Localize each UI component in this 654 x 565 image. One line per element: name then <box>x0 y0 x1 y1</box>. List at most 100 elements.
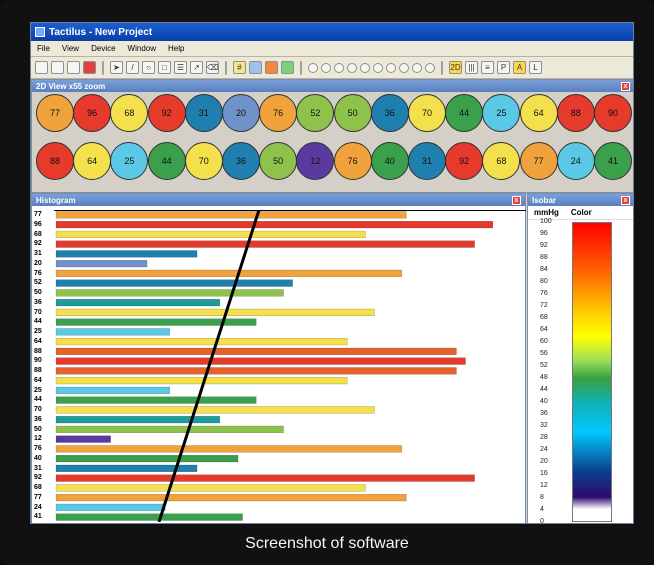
histogram-bar <box>55 435 111 443</box>
new-file-icon[interactable] <box>35 61 48 74</box>
sensor-7-icon[interactable] <box>386 62 396 73</box>
pointer-icon[interactable]: ➤ <box>110 61 123 74</box>
chart-icon[interactable] <box>249 61 262 74</box>
sensor-cell[interactable]: 70 <box>408 94 446 132</box>
sensor-cell[interactable]: 77 <box>519 142 558 180</box>
line-icon[interactable]: ↗ <box>190 61 203 74</box>
menu-window[interactable]: Window <box>128 44 156 53</box>
sensor-3-icon[interactable] <box>334 62 344 73</box>
sensor-cell[interactable]: 64 <box>519 94 558 132</box>
isobar-scale-label: 8 <box>540 494 544 501</box>
sensor-cell[interactable]: 76 <box>259 94 298 132</box>
sensor-2-icon[interactable] <box>321 62 331 73</box>
open-folder-icon[interactable] <box>51 61 64 74</box>
histogram-bar <box>55 386 170 394</box>
sensor-cell[interactable]: 70 <box>184 142 223 180</box>
color-icon[interactable] <box>265 61 278 74</box>
menu-help[interactable]: Help <box>168 44 184 53</box>
sensor-cell[interactable]: 25 <box>110 142 149 180</box>
sensor-cell[interactable]: 64 <box>73 142 112 180</box>
sensor-cell[interactable]: 92 <box>445 142 484 180</box>
isobar-close-icon[interactable]: x <box>621 195 630 205</box>
histogram-row-label: 92 <box>34 474 42 482</box>
histogram-title: Histogram <box>36 195 76 205</box>
histogram-bar <box>55 221 494 229</box>
histogram-bar <box>55 406 375 414</box>
grid-icon[interactable]: # <box>233 61 246 74</box>
bars-icon[interactable]: ||| <box>465 61 478 74</box>
isobar-scale-label: 84 <box>540 266 548 273</box>
histogram-row-label: 77 <box>34 211 42 218</box>
histogram-close-icon[interactable]: x <box>512 195 521 205</box>
peak-icon[interactable]: P <box>497 61 510 74</box>
sensor-cell[interactable]: 41 <box>594 142 632 180</box>
histogram-bar <box>55 250 198 258</box>
sensor-cell[interactable]: 77 <box>36 94 74 132</box>
legend-icon[interactable]: L <box>529 61 542 74</box>
sensor-cell[interactable]: 96 <box>73 94 112 132</box>
menu-view[interactable]: View <box>62 44 79 53</box>
rectangle-icon[interactable]: □ <box>158 61 171 74</box>
sensor-cell[interactable]: 20 <box>222 94 260 132</box>
sensor-cell[interactable]: 52 <box>296 94 335 132</box>
histogram-chart <box>54 210 526 522</box>
isobar-scale-label: 44 <box>540 386 548 393</box>
sensor-6-icon[interactable] <box>373 62 383 73</box>
isobar-scale-label: 64 <box>540 326 548 333</box>
area-icon[interactable]: A <box>513 61 526 74</box>
table-icon[interactable]: ≡ <box>481 61 494 74</box>
histogram-labels: 77 96 68 92 31 20 76 52 50 36 70 44 25 64 88 90 88 64 25 44… <box>32 210 54 522</box>
isobar-scale-label: 72 <box>540 302 548 309</box>
sensor-1-icon[interactable] <box>308 62 318 73</box>
sensor-cell[interactable]: 31 <box>184 94 223 132</box>
sensor-cell[interactable]: 36 <box>222 142 260 180</box>
palette-icon[interactable] <box>281 61 294 74</box>
view-2d-close-icon[interactable]: x <box>621 81 630 91</box>
sensor-cell[interactable]: 31 <box>408 142 446 180</box>
sensor-cell[interactable]: 50 <box>333 94 372 132</box>
menu-device[interactable]: Device <box>91 44 115 53</box>
eraser-icon[interactable]: ⌫ <box>206 61 219 74</box>
isobar-scale-label: 48 <box>540 374 548 381</box>
save-icon[interactable] <box>67 61 80 74</box>
sensor-cell[interactable]: 36 <box>370 94 409 132</box>
sensor-cell[interactable]: 90 <box>594 94 632 132</box>
sensor-10-icon[interactable] <box>425 62 435 73</box>
histogram-bar <box>55 299 221 307</box>
sensor-4-icon[interactable] <box>347 62 357 73</box>
histogram-bar <box>55 269 403 277</box>
isobar-scale-label: 92 <box>540 242 548 249</box>
sensor-cell[interactable]: 76 <box>333 142 372 180</box>
isobar-panel: Isobar x mmHg Color 100 96 92 88 84 80 76 72 68 6… <box>527 193 633 523</box>
isobar-units-label: mmHg <box>534 208 559 217</box>
sensor-cell[interactable]: 12 <box>296 142 335 180</box>
sensor-9-icon[interactable] <box>412 62 422 73</box>
record-icon[interactable] <box>83 61 96 74</box>
sensor-5-icon[interactable] <box>360 62 370 73</box>
sensor-cell[interactable]: 44 <box>147 142 186 180</box>
sensor-cell[interactable]: 25 <box>482 94 521 132</box>
view-2d-icon[interactable]: 2D <box>449 61 462 74</box>
hand-icon[interactable]: ☰ <box>174 61 187 74</box>
histogram-bar <box>55 289 284 297</box>
sensor-cell[interactable]: 88 <box>36 142 74 180</box>
sensor-cell[interactable]: 40 <box>370 142 409 180</box>
histogram-bar <box>55 230 366 238</box>
menu-file[interactable]: File <box>37 44 50 53</box>
sensor-cell[interactable]: 68 <box>482 142 521 180</box>
histogram-bar <box>55 425 284 433</box>
sensor-8-icon[interactable] <box>399 62 409 73</box>
ellipse-icon[interactable]: ○ <box>142 61 155 74</box>
sensor-cell[interactable]: 68 <box>110 94 149 132</box>
sensor-cell[interactable]: 92 <box>147 94 186 132</box>
sensor-cell[interactable]: 24 <box>556 142 595 180</box>
pen-icon[interactable]: / <box>126 61 139 74</box>
title-bar: Tactilus - New Project <box>31 23 633 41</box>
sensor-cell[interactable]: 88 <box>556 94 595 132</box>
isobar-scale-label: 24 <box>540 446 548 453</box>
sensor-cell[interactable]: 50 <box>259 142 298 180</box>
isobar-scale-label: 56 <box>540 350 548 357</box>
histogram-bar <box>55 513 243 521</box>
caption: Screenshot of software <box>245 535 409 552</box>
sensor-cell[interactable]: 44 <box>445 94 484 132</box>
